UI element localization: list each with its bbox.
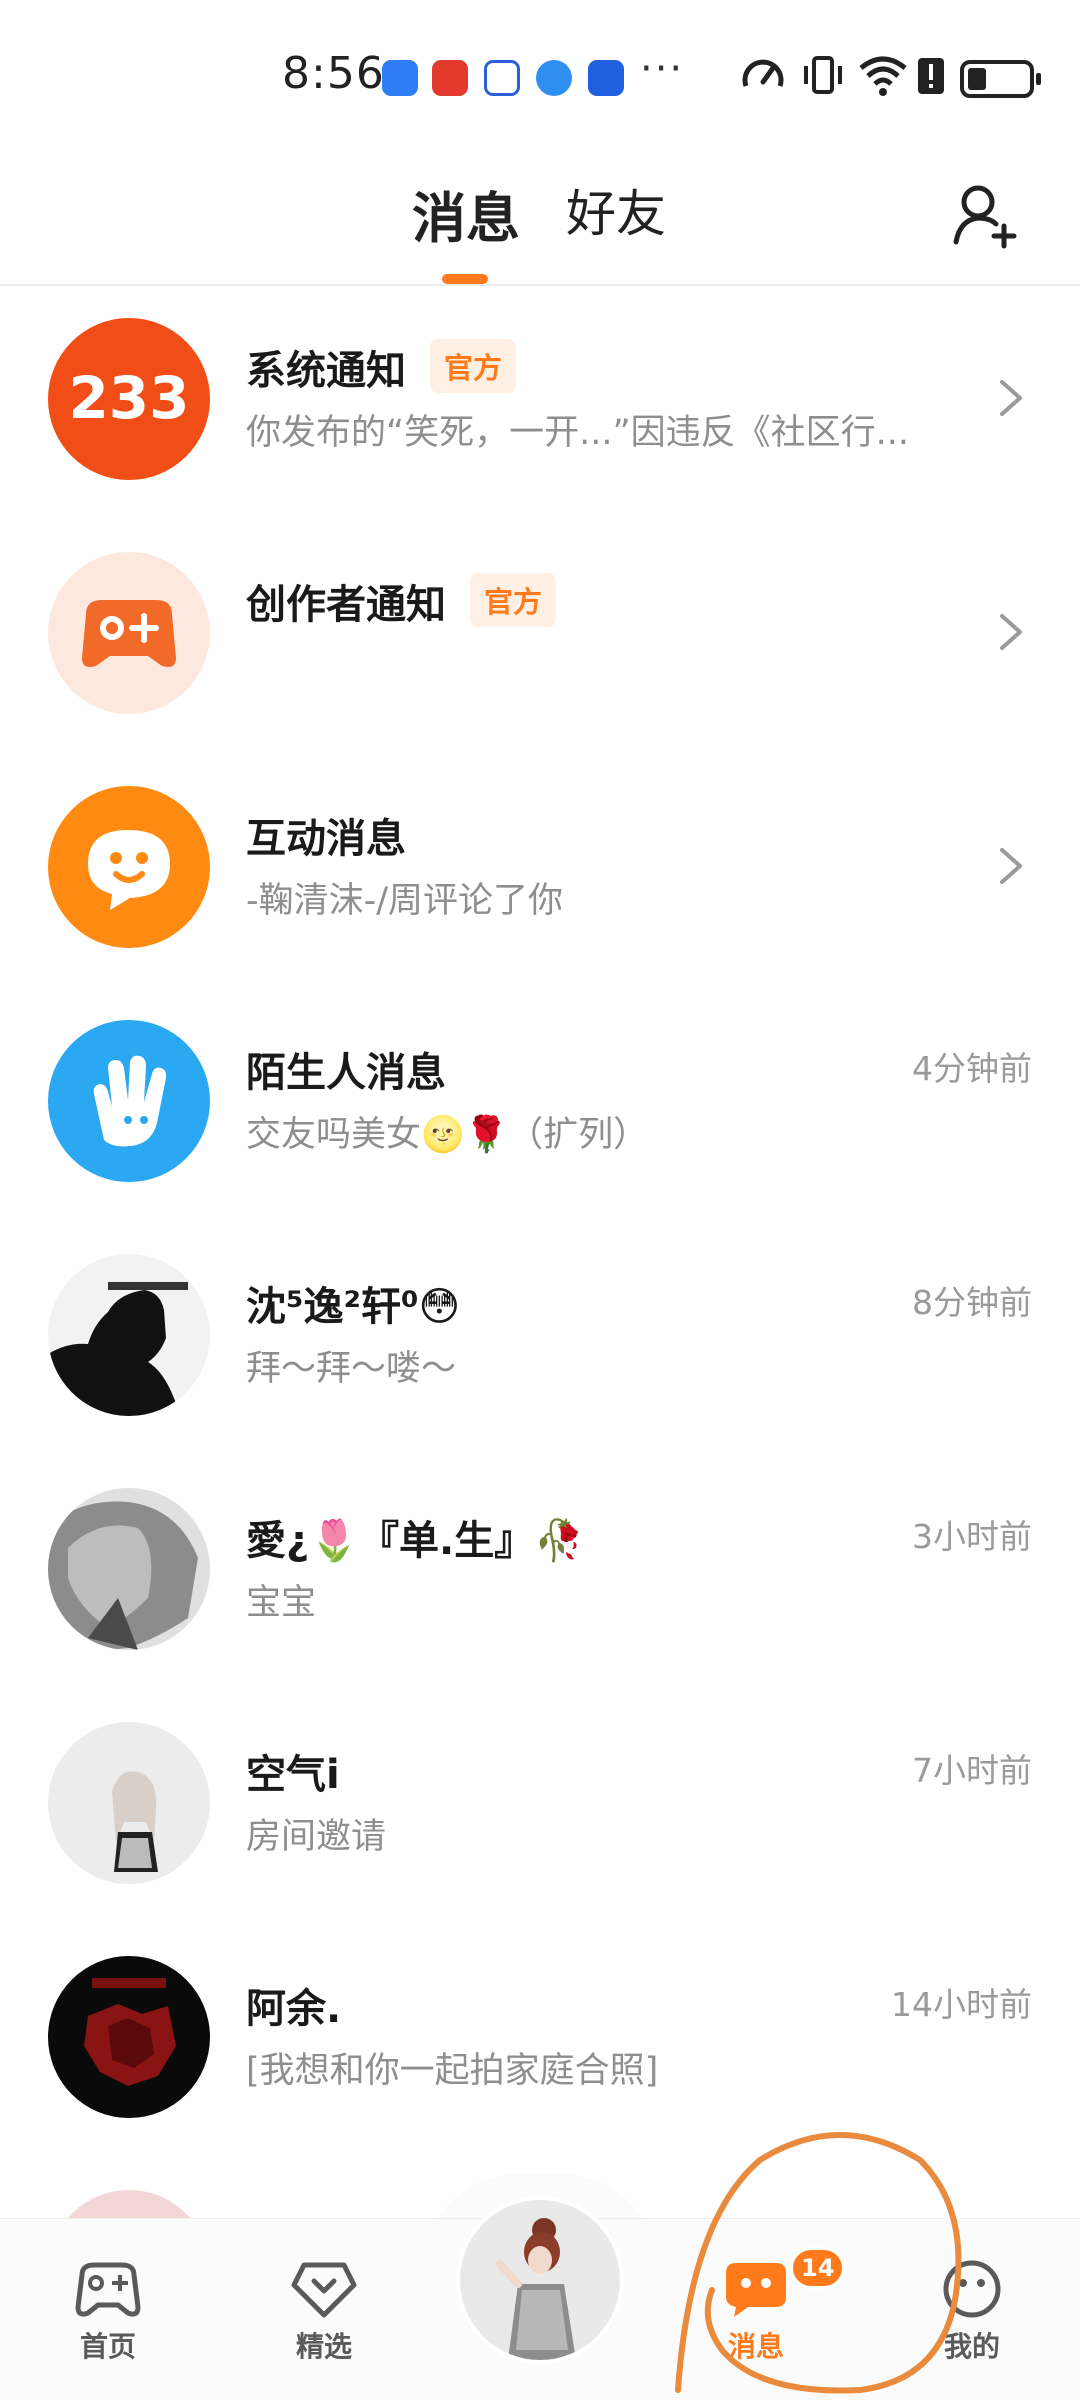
svg-text:233: 233: [68, 364, 189, 432]
nav-label: 我的: [943, 2330, 1000, 2363]
active-tab-indicator: [442, 274, 488, 284]
item-time: 8分钟前: [912, 1283, 1032, 1322]
speed-icon: [742, 59, 784, 87]
list-item-chat[interactable]: 沈⁵逸²轩⁰😳 拜～拜～喽～ 8分钟前: [0, 1224, 1080, 1458]
item-name: 阿余.: [246, 1986, 342, 2032]
wave-hand-icon: [48, 1020, 210, 1182]
item-time: 3小时前: [912, 1517, 1032, 1556]
chevron-right-icon: [1000, 614, 1022, 650]
list-item-chat[interactable]: 空气i 房间邀请 7小时前: [0, 1692, 1080, 1926]
status-bar: 8:56 ···: [0, 0, 1080, 140]
more-notifications-icon: ···: [640, 46, 685, 92]
avatar-doll: [48, 1722, 210, 1884]
official-badge: 官方: [430, 339, 517, 393]
item-name: 系统通知 官方: [246, 338, 517, 396]
globe-app-icon: [536, 60, 572, 96]
add-user-icon[interactable]: [950, 180, 1020, 250]
message-icon: [726, 2263, 786, 2317]
tab-messages[interactable]: 消息: [412, 174, 520, 253]
official-badge: 官方: [470, 573, 557, 627]
tab-friends[interactable]: 好友: [566, 174, 666, 246]
233-logo-icon: 233: [48, 318, 210, 480]
gamepad-icon: [75, 2262, 141, 2317]
list-item-creator-notice[interactable]: 创作者通知 官方: [0, 522, 1080, 756]
list-item-chat[interactable]: 阿余. [我想和你一起拍家庭合照] 14小时前: [0, 1926, 1080, 2160]
shield-app-icon: [382, 60, 418, 96]
nav-label: 首页: [79, 2330, 136, 2363]
sim-alert-icon: [918, 58, 944, 94]
nav-featured[interactable]: 精选: [264, 2259, 384, 2365]
battery-icon: [960, 60, 1041, 98]
nav-messages[interactable]: 14 消息: [696, 2247, 846, 2365]
smile-icon: [943, 2260, 1001, 2318]
list-item-chat[interactable]: 愛¿🌷『单.生』🥀 宝宝 3小时前: [0, 1458, 1080, 1692]
message-list: 233 系统通知 官方 你发布的“笑死，一开...”因违反《社区行... 创作者通…: [0, 288, 1080, 2394]
character-figure-icon: [496, 2218, 576, 2360]
chevron-right-icon: [1000, 848, 1022, 884]
item-preview: 宝宝: [246, 1583, 317, 1623]
item-time: 4分钟前: [912, 1049, 1032, 1088]
heart-tag-icon: [291, 2262, 357, 2318]
list-item-interaction[interactable]: 互动消息 -鞠清沫-/周评论了你: [0, 756, 1080, 990]
vibrate-icon: [804, 56, 842, 94]
item-preview: 拜～拜～喽～: [246, 1349, 457, 1389]
item-name: 愛¿🌷『单.生』🥀: [246, 1518, 585, 1564]
avatar-silhouette: [48, 1254, 210, 1416]
status-time: 8:56: [282, 48, 385, 99]
wifi-icon: [859, 56, 907, 96]
nav-mine[interactable]: 我的: [912, 2259, 1032, 2365]
item-name: 创作者通知 官方: [246, 572, 557, 630]
chat-smile-icon: [48, 786, 210, 948]
nav-label: 消息: [727, 2330, 784, 2363]
paw-app-icon: [484, 60, 520, 96]
red-app-icon: [432, 60, 468, 96]
item-preview: 交友吗美女🌝🌹（扩列）: [246, 1115, 649, 1155]
item-name: 互动消息: [246, 816, 406, 862]
item-name: 陌生人消息: [246, 1050, 446, 1096]
chevron-right-icon: [1000, 380, 1022, 416]
item-time: 7小时前: [912, 1751, 1032, 1790]
item-preview: -鞠清沫-/周评论了你: [246, 881, 564, 921]
nav-home[interactable]: 首页: [48, 2259, 168, 2365]
center-avatar-button[interactable]: [456, 2196, 624, 2364]
item-preview: 房间邀请: [246, 1817, 387, 1857]
top-tabs-header: 消息 好友: [0, 140, 1080, 286]
item-preview: 你发布的“笑死，一开...”因违反《社区行...: [246, 413, 910, 453]
unread-count-badge: 14: [790, 2247, 846, 2289]
avatar-grey-hair: [48, 1488, 210, 1650]
avatar-red-dark: [48, 1956, 210, 2118]
messages-page: 8:56 ··· 消息 好友 233 系统通知 官方 你发布的“笑死，一开...…: [0, 0, 1080, 2400]
list-item-system-notice[interactable]: 233 系统通知 官方 你发布的“笑死，一开...”因违反《社区行...: [0, 288, 1080, 522]
list-item-stranger[interactable]: 陌生人消息 交友吗美女🌝🌹（扩列） 4分钟前: [0, 990, 1080, 1224]
gamepad-icon: [48, 552, 210, 714]
nav-label: 精选: [295, 2330, 352, 2363]
item-time: 14小时前: [891, 1985, 1032, 2024]
item-preview: [我想和你一起拍家庭合照]: [246, 2051, 659, 2091]
bulb-app-icon: [588, 60, 624, 96]
item-name: 沈⁵逸²轩⁰😳: [246, 1284, 461, 1330]
item-name: 空气i: [246, 1752, 340, 1798]
